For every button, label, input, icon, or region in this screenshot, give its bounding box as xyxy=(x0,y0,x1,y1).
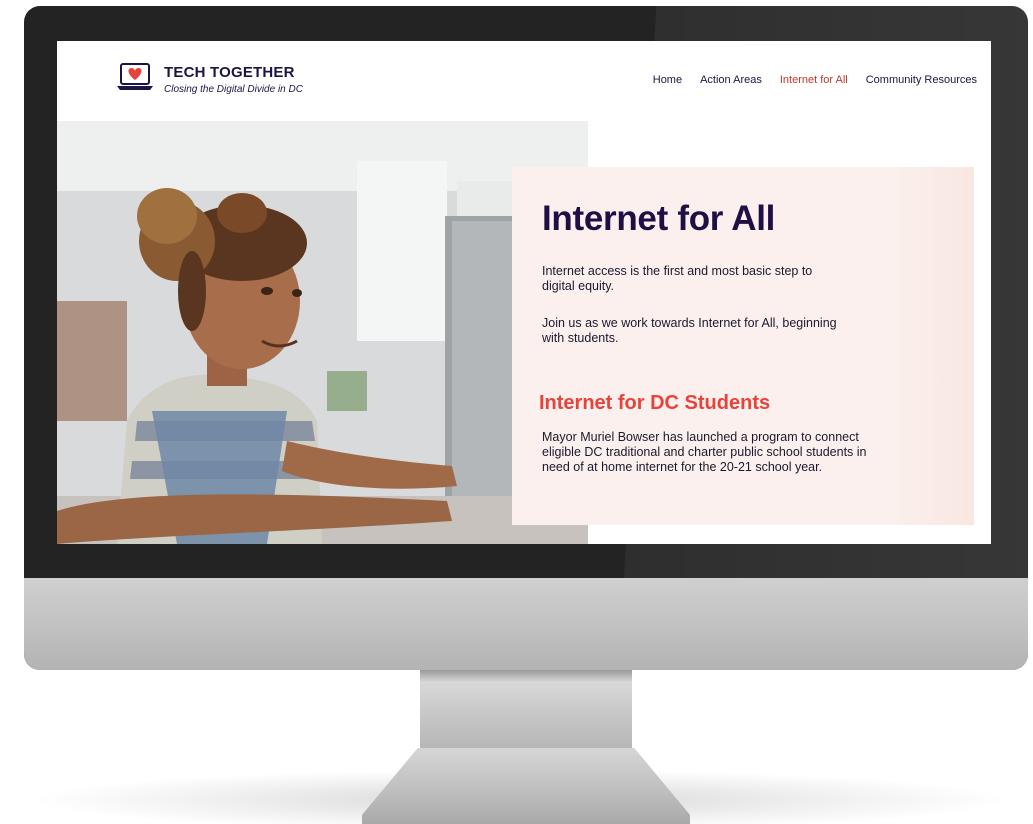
content-panel: Internet for All Internet access is the … xyxy=(512,167,974,525)
section-title: Internet for DC Students xyxy=(539,392,771,414)
nav-item-home[interactable]: Home xyxy=(653,74,682,86)
page-title: Internet for All xyxy=(542,199,776,238)
screen: TECH TOGETHER Closing the Digital Divide… xyxy=(57,41,991,544)
panel-stripe xyxy=(894,167,974,525)
monitor-stand-base xyxy=(362,748,690,824)
brand-tagline: Closing the Digital Divide in DC xyxy=(164,84,303,95)
site-header: TECH TOGETHER Closing the Digital Divide… xyxy=(57,41,991,121)
main-nav: Home Action Areas Internet for All Commu… xyxy=(653,74,977,86)
intro-text: Internet access is the first and most ba… xyxy=(542,264,813,293)
hero-photo xyxy=(57,121,588,544)
laptop-heart-logo-icon[interactable] xyxy=(115,61,155,95)
cta-text: Join us as we work towards Internet for … xyxy=(542,316,837,345)
brand-name[interactable]: TECH TOGETHER xyxy=(164,64,295,81)
nav-item-internet-for-all[interactable]: Internet for All xyxy=(780,74,848,86)
monitor-chin xyxy=(24,578,1028,670)
imac-mockup: TECH TOGETHER Closing the Digital Divide… xyxy=(0,0,1033,824)
monitor: TECH TOGETHER Closing the Digital Divide… xyxy=(24,6,1028,670)
nav-item-action-areas[interactable]: Action Areas xyxy=(700,74,762,86)
section-body: Mayor Muriel Bowser has launched a progr… xyxy=(542,430,867,474)
nav-item-community-resources[interactable]: Community Resources xyxy=(866,74,977,86)
